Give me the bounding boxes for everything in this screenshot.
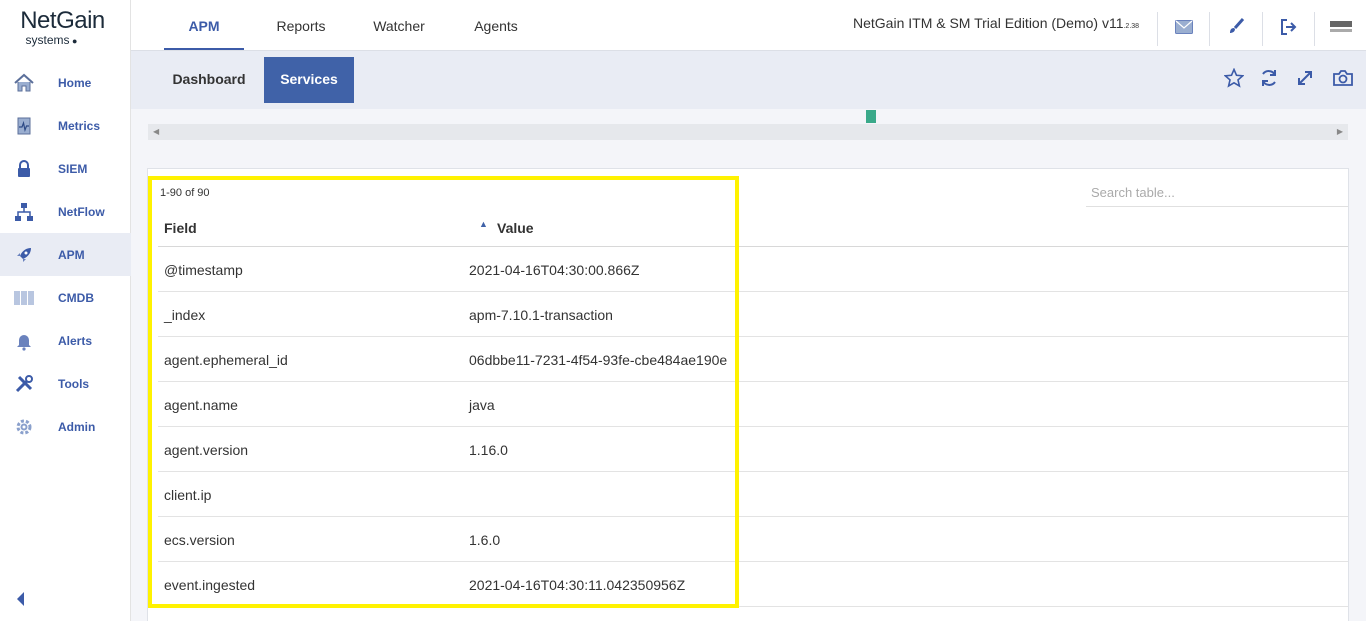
content-area: ◀ ▶ 1-90 of 90 Field ▲ Value @timestamp … <box>131 109 1366 621</box>
logout-icon <box>1280 18 1298 40</box>
sidebar-item-siem[interactable]: SIEM <box>0 147 131 190</box>
company-logo-button[interactable] <box>1314 12 1366 46</box>
value-cell: java <box>469 397 495 413</box>
netgain-logo[interactable]: NetGain systems ● <box>0 8 131 58</box>
home-icon <box>12 72 36 94</box>
brush-icon <box>1227 17 1245 41</box>
tab-agents[interactable]: Agents <box>456 0 536 50</box>
value-cell: 2021-04-16T04:30:11.042350956Z <box>469 577 686 593</box>
search-input[interactable] <box>1086 179 1348 207</box>
sidebar-item-home[interactable]: Home <box>0 61 131 104</box>
refresh-icon[interactable] <box>1259 68 1281 90</box>
sidebar-item-label: CMDB <box>58 290 94 305</box>
camera-icon[interactable] <box>1332 68 1354 90</box>
table-row[interactable]: event.ingested 2021-04-16T04:30:11.04235… <box>158 562 1348 607</box>
lock-icon <box>12 158 36 180</box>
logo-text: NetGain <box>20 7 105 34</box>
value-cell: 1.16.0 <box>469 442 508 458</box>
tab-watcher[interactable]: Watcher <box>359 0 439 50</box>
column-header-field[interactable]: Field <box>164 220 197 236</box>
tab-services[interactable]: Services <box>264 57 354 103</box>
rocket-icon <box>12 244 36 266</box>
value-cell: 06dbbe11-7231-4f54-93fe-cbe484ae190e <box>469 352 728 368</box>
logo-subtext: systems <box>25 33 70 47</box>
table-header: Field ▲ Value <box>158 214 1348 247</box>
row-count: 1-90 of 90 <box>160 187 210 199</box>
mail-button[interactable] <box>1157 12 1209 46</box>
table-row[interactable]: _index apm-7.10.1-transaction <box>158 292 1348 337</box>
company-logo-icon <box>1329 19 1352 40</box>
metrics-icon <box>12 115 36 137</box>
scroll-position-marker[interactable] <box>866 110 876 123</box>
value-cell: apm-7.10.1-transaction <box>469 307 613 323</box>
sidebar-item-metrics[interactable]: Metrics <box>0 104 131 147</box>
gear-icon <box>12 416 36 438</box>
sort-asc-icon[interactable]: ▲ <box>479 219 488 229</box>
edition-label: NetGain ITM & SM Trial Edition (Demo) v1… <box>853 15 1140 31</box>
sidebar-item-label: Alerts <box>58 333 93 348</box>
sidebar-item-label: Metrics <box>58 118 101 133</box>
sidebar-item-admin[interactable]: Admin <box>0 405 131 448</box>
sidebar-item-cmdb[interactable]: CMDB <box>0 276 131 319</box>
tab-reports[interactable]: Reports <box>261 0 341 50</box>
sidebar-item-label: SIEM <box>58 161 88 176</box>
table-row[interactable]: client.ip <box>158 472 1348 517</box>
sub-navigation: Dashboard Services <box>131 51 1366 109</box>
mail-icon <box>1174 19 1193 39</box>
sidebar-item-alerts[interactable]: Alerts <box>0 319 131 362</box>
logout-button[interactable] <box>1262 12 1314 46</box>
value-cell: 2021-04-16T04:30:00.866Z <box>469 262 640 278</box>
table-row[interactable]: @timestamp 2021-04-16T04:30:00.866Z <box>158 247 1348 292</box>
table-row[interactable]: agent.name java <box>158 382 1348 427</box>
field-cell: _index <box>164 307 206 323</box>
tools-icon <box>12 373 36 395</box>
field-cell: ecs.version <box>164 532 235 548</box>
sidebar-item-label: APM <box>58 247 85 262</box>
field-cell: client.ip <box>164 487 212 503</box>
tab-apm[interactable]: APM <box>164 0 244 50</box>
sidebar-item-label: NetFlow <box>58 204 105 219</box>
expand-icon[interactable] <box>1295 68 1317 90</box>
collapse-sidebar-icon[interactable] <box>14 590 28 608</box>
top-navigation: APM Reports Watcher Agents NetGain ITM &… <box>131 0 1366 51</box>
sidebar-item-tools[interactable]: Tools <box>0 362 131 405</box>
field-cell: agent.version <box>164 442 249 458</box>
column-header-value[interactable]: Value <box>497 220 534 236</box>
sidebar-item-netflow[interactable]: NetFlow <box>0 190 131 233</box>
barcode-icon <box>12 287 36 309</box>
table-row[interactable]: agent.ephemeral_id 06dbbe11-7231-4f54-93… <box>158 337 1348 382</box>
scroll-right-icon[interactable]: ▶ <box>1337 127 1343 136</box>
sidebar-item-label: Tools <box>58 376 90 391</box>
star-icon[interactable] <box>1223 67 1246 90</box>
scroll-left-icon[interactable]: ◀ <box>153 127 159 136</box>
sidebar: NetGain systems ● Home Metrics SIEM NetF… <box>0 0 131 621</box>
theme-button[interactable] <box>1209 12 1261 46</box>
field-cell: @timestamp <box>164 262 243 278</box>
sidebar-item-label: Admin <box>58 419 96 434</box>
bell-icon <box>12 330 36 352</box>
tab-dashboard[interactable]: Dashboard <box>161 57 257 103</box>
sidebar-item-apm[interactable]: APM <box>0 233 131 276</box>
table-row[interactable]: agent.version 1.16.0 <box>158 427 1348 472</box>
horizontal-scrollbar[interactable]: ◀ ▶ <box>148 124 1348 140</box>
field-cell: agent.ephemeral_id <box>164 352 288 368</box>
value-cell: 1.6.0 <box>469 532 501 548</box>
services-table-panel: 1-90 of 90 Field ▲ Value @timestamp 2021… <box>147 168 1349 621</box>
sidebar-item-label: Home <box>58 75 92 90</box>
table-row[interactable]: ecs.version 1.6.0 <box>158 517 1348 562</box>
field-cell: agent.name <box>164 397 238 413</box>
field-cell: event.ingested <box>164 577 256 593</box>
network-icon <box>12 201 36 223</box>
